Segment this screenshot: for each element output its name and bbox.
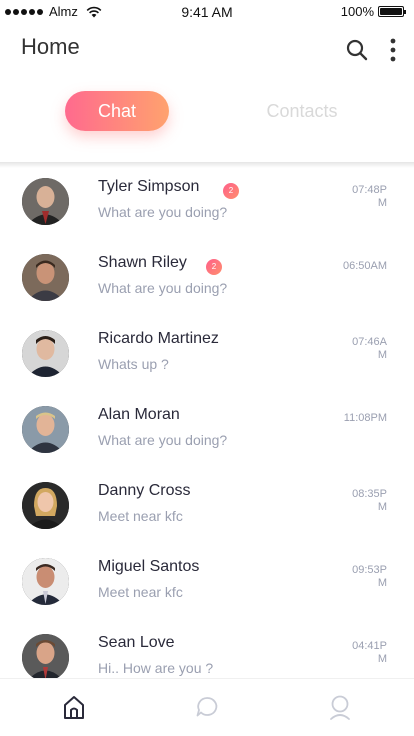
contact-name: Ricardo Martinez — [98, 330, 219, 347]
avatar — [22, 634, 69, 678]
message-time: 04:41PM — [352, 640, 387, 665]
tab-contacts[interactable]: Contacts — [250, 91, 354, 131]
chat-bubble-icon[interactable] — [194, 693, 220, 721]
contact-name: Sean Love — [98, 634, 175, 651]
contact-name: Tyler Simpson — [98, 178, 200, 195]
message-time: 08:35PM — [352, 488, 387, 513]
contact-name: Danny Cross — [98, 482, 191, 499]
contact-name: Miguel Santos — [98, 558, 200, 575]
message-time: 09:53PM — [352, 564, 387, 589]
chat-row-tyler-simpson[interactable]: Tyler Simpson 2 What are you doing? 07:4… — [0, 168, 414, 244]
chat-list: Tyler Simpson 2 What are you doing? 07:4… — [0, 168, 414, 678]
profile-icon[interactable] — [327, 693, 353, 721]
app-header: Home — [0, 30, 414, 70]
contact-name: Shawn Riley — [98, 254, 187, 271]
message-preview: Meet near kfc — [98, 584, 183, 600]
more-options-icon[interactable] — [384, 36, 402, 64]
bottom-nav — [0, 678, 414, 736]
search-icon[interactable] — [345, 38, 369, 62]
chat-row-shawn-riley[interactable]: Shawn Riley 2 What are you doing? 06:50A… — [0, 244, 414, 320]
avatar — [22, 178, 69, 225]
home-icon[interactable] — [61, 693, 87, 721]
message-preview: What are you doing? — [98, 280, 228, 296]
status-right: 100% — [340, 4, 406, 19]
avatar — [22, 254, 69, 301]
battery-percent: 100% — [340, 4, 374, 19]
tab-chat[interactable]: Chat — [65, 91, 169, 131]
chat-row-danny-cross[interactable]: Danny Cross Meet near kfc 08:35PM — [0, 472, 414, 548]
message-preview: Hi.. How are you ? — [98, 660, 214, 676]
chat-row-alan-moran[interactable]: Alan Moran What are you doing? 11:08PM — [0, 396, 414, 472]
avatar — [22, 330, 69, 377]
message-preview: Meet near kfc — [98, 508, 183, 524]
tab-bar: Chat Contacts — [0, 90, 414, 134]
avatar — [22, 406, 69, 453]
battery-icon — [378, 6, 406, 17]
unread-badge: 2 — [206, 259, 222, 275]
message-time: 11:08PM — [343, 412, 387, 424]
message-preview: What are you doing? — [98, 432, 228, 448]
message-time: 07:46AM — [352, 336, 387, 361]
chat-row-ricardo-martinez[interactable]: Ricardo Martinez Whats up ? 07:46AM — [0, 320, 414, 396]
status-bar: Almz 9:41 AM 100% — [0, 0, 414, 24]
avatar — [22, 558, 69, 605]
message-time: 06:50AM — [342, 260, 387, 272]
contact-name: Alan Moran — [98, 406, 180, 423]
message-preview: What are you doing? — [98, 204, 228, 220]
message-preview: Whats up ? — [98, 356, 169, 372]
chat-row-sean-love[interactable]: Sean Love Hi.. How are you ? 04:41PM — [0, 624, 414, 678]
unread-badge: 2 — [223, 183, 239, 199]
page-title: Home — [21, 34, 80, 59]
message-time: 07:48PM — [352, 184, 387, 209]
chat-row-miguel-santos[interactable]: Miguel Santos Meet near kfc 09:53PM — [0, 548, 414, 624]
avatar — [22, 482, 69, 529]
